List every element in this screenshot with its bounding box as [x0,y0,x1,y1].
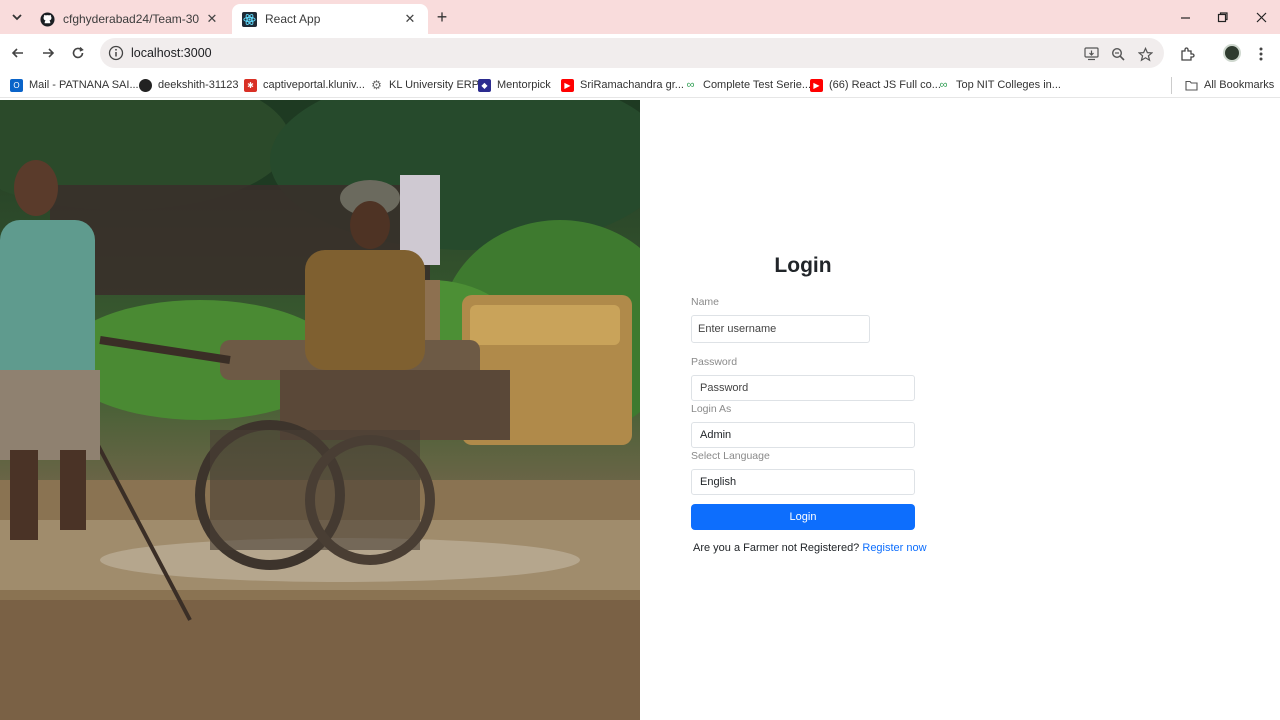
tab-title: React App [265,12,321,26]
login-title: Login [774,254,832,277]
bookmark-item[interactable]: deekshith-31123 [139,77,239,93]
register-prompt-text: Are you a Farmer not Registered? [693,542,860,554]
register-prompt: Are you a Farmer not Registered? Registe… [693,542,927,554]
bookmark-item[interactable]: ◆ Mentorpick [478,77,551,93]
all-bookmarks-label: All Bookmarks [1204,79,1275,91]
login-as-value: Admin [700,429,732,441]
tab-title: cfghyderabad24/Team-30 [63,12,200,26]
all-bookmarks-button[interactable]: All Bookmarks [1185,77,1274,93]
language-label: Select Language [691,450,770,462]
bookmark-label: SriRamachandra gr... [580,79,684,91]
bookmark-label: Top NIT Colleges in... [956,79,1061,91]
bookmark-item[interactable]: ∞ Complete Test Serie... [684,77,811,93]
bookmark-item[interactable]: ✱ captiveportal.kluniv... [244,77,365,93]
tab-strip: cfghyderabad24/Team-30 ✕ React App ✕ + [0,0,1280,34]
link-icon: ∞ [686,79,695,91]
browser-toolbar: localhost:3000 [0,34,1280,72]
back-icon[interactable] [7,42,29,64]
bookmark-label: Mail - PATNANA SAI... [29,79,139,91]
farm-scene [0,100,640,720]
password-input[interactable] [691,375,915,401]
bookmark-label: Complete Test Serie... [703,79,812,91]
login-form: Login Name Password Login As Admin Selec… [690,100,927,720]
profile-avatar[interactable] [1223,44,1241,62]
close-tab-icon[interactable]: ✕ [204,11,220,27]
restore-icon[interactable] [1207,6,1237,28]
bookmarks-bar: O Mail - PATNANA SAI... deekshith-31123 … [0,72,1280,98]
name-label: Name [691,296,720,308]
reload-icon[interactable] [67,42,89,64]
url-text: localhost:3000 [131,46,212,60]
portal-icon: ✱ [244,78,257,92]
install-app-icon[interactable] [1082,45,1100,63]
login-button[interactable]: Login [691,504,915,530]
tab-github[interactable]: cfghyderabad24/Team-30 ✕ [30,4,230,34]
extensions-icon[interactable] [1177,44,1197,64]
language-value: English [700,476,737,488]
address-bar[interactable]: localhost:3000 [100,38,1164,68]
login-as-select[interactable]: Admin [691,422,915,448]
bookmark-label: (66) React JS Full co... [829,79,941,91]
password-label: Password [691,356,738,368]
bookmark-item[interactable]: ▶ SriRamachandra gr... [561,77,684,93]
outlook-icon: O [10,78,23,92]
more-menu-icon[interactable] [1251,44,1271,64]
zoom-icon[interactable] [1109,45,1127,63]
tab-search-icon[interactable] [6,7,28,27]
bookmark-item[interactable]: O Mail - PATNANA SAI... [10,77,139,93]
bookmark-item[interactable]: ∞ Top NIT Colleges in... [937,77,1061,93]
page-content: Login Name Password Login As Admin Selec… [0,100,1280,720]
minimize-icon[interactable] [1170,6,1200,28]
folder-icon [1185,79,1198,92]
forward-icon[interactable] [37,42,59,64]
bookmarks-divider [1171,77,1172,94]
register-now-link[interactable]: Register now [862,542,926,554]
github-icon [139,78,152,92]
github-icon [40,11,55,27]
react-icon [242,11,257,27]
bookmark-item[interactable]: ⚙ KL University ERP [370,77,479,93]
tab-react-app[interactable]: React App ✕ [232,4,428,34]
bookmark-label: KL University ERP [389,79,480,91]
close-tab-icon[interactable]: ✕ [402,11,418,27]
youtube-icon: ▶ [561,78,574,92]
bookmark-star-icon[interactable] [1136,45,1154,63]
mentorpick-icon: ◆ [478,78,491,92]
close-window-icon[interactable] [1246,6,1276,28]
bookmark-item[interactable]: ▶ (66) React JS Full co... [810,77,941,93]
bookmark-label: deekshith-31123 [158,79,239,91]
username-input[interactable] [691,315,870,343]
bookmark-label: Mentorpick [497,79,551,91]
new-tab-icon[interactable]: + [433,8,451,26]
bookmark-label: captiveportal.kluniv... [263,79,365,91]
hero-image [0,100,640,720]
youtube-icon: ▶ [810,78,823,92]
site-info-icon[interactable] [108,45,124,61]
login-as-label: Login As [691,403,732,415]
gear-icon: ⚙ [371,78,382,92]
language-select[interactable]: English [691,469,915,495]
link-icon: ∞ [939,79,948,91]
